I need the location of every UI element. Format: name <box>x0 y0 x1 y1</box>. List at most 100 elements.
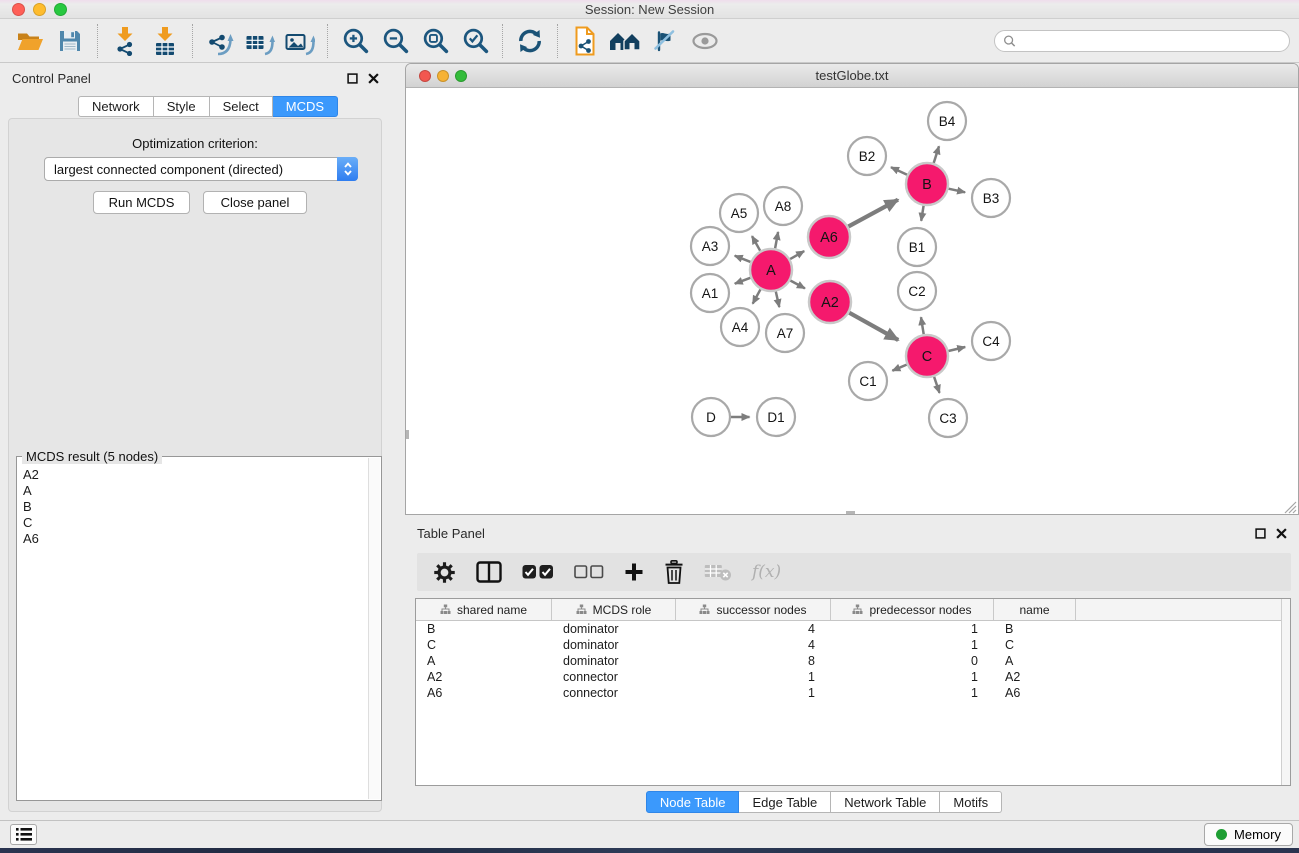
graph-node-D[interactable]: D <box>692 398 730 436</box>
graph-edge-A-A6[interactable] <box>790 251 804 259</box>
import-network-button[interactable] <box>105 22 145 60</box>
tab-edge-table[interactable]: Edge Table <box>739 791 831 813</box>
export-table-button[interactable] <box>240 22 280 60</box>
close-panel-icon[interactable] <box>368 73 379 84</box>
column-header-predecessor-nodes[interactable]: predecessor nodes <box>831 599 994 620</box>
minimize-window-button[interactable] <box>33 3 46 16</box>
close-window-button[interactable] <box>12 3 25 16</box>
graph-edge-B-B2[interactable] <box>891 167 907 175</box>
delete-table-button[interactable] <box>704 562 732 582</box>
graph-node-A7[interactable]: A7 <box>766 314 804 352</box>
graph-node-A1[interactable]: A1 <box>691 274 729 312</box>
graph-edge-B-B1[interactable] <box>921 206 923 221</box>
graph-edge-B-B3[interactable] <box>949 189 966 193</box>
minimize-network-window-button[interactable] <box>437 70 449 82</box>
graph-node-A4[interactable]: A4 <box>721 308 759 346</box>
graph-node-B1[interactable]: B1 <box>898 228 936 266</box>
table-row[interactable]: A2connector11A2 <box>416 669 1290 685</box>
export-network-button[interactable] <box>200 22 240 60</box>
column-header-MCDS-role[interactable]: MCDS role <box>552 599 676 620</box>
float-panel-icon[interactable] <box>347 73 358 84</box>
tab-style[interactable]: Style <box>154 96 210 117</box>
graph-node-A[interactable]: A <box>750 249 792 291</box>
zoom-fit-button[interactable] <box>415 22 455 60</box>
task-history-button[interactable] <box>10 824 37 845</box>
save-session-button[interactable] <box>50 22 90 60</box>
float-table-panel-icon[interactable] <box>1255 528 1266 539</box>
graph-node-C4[interactable]: C4 <box>972 322 1010 360</box>
select-all-rows-button[interactable] <box>522 564 554 580</box>
graph-edge-A2-C[interactable] <box>849 313 898 340</box>
table-row[interactable]: A6connector11A6 <box>416 685 1290 701</box>
tab-network-table[interactable]: Network Table <box>831 791 940 813</box>
list-item[interactable]: A2 <box>18 467 368 483</box>
zoom-network-window-button[interactable] <box>455 70 467 82</box>
graph-node-B4[interactable]: B4 <box>928 102 966 140</box>
graph-node-A2[interactable]: A2 <box>809 281 851 323</box>
zoom-selected-button[interactable] <box>455 22 495 60</box>
graph-node-B3[interactable]: B3 <box>972 179 1010 217</box>
network-canvas[interactable]: A A1 A2 A3 A4 A5 A6 A7 A8 B B1 B2 B3 B4 C C1 C2 C3 C4 D D1 <box>406 88 1298 514</box>
graph-node-C[interactable]: C <box>906 335 948 377</box>
column-visibility-button[interactable] <box>476 561 502 583</box>
export-image-button[interactable] <box>280 22 320 60</box>
zoom-window-button[interactable] <box>54 3 67 16</box>
graph-edge-B-B4[interactable] <box>934 146 939 163</box>
show-hidden-button[interactable] <box>685 22 725 60</box>
show-all-networks-button[interactable] <box>605 22 645 60</box>
add-row-button[interactable] <box>624 562 644 582</box>
memory-button[interactable]: Memory <box>1204 823 1293 846</box>
graph-node-D1[interactable]: D1 <box>757 398 795 436</box>
graph-edge-A-A3[interactable] <box>735 256 751 262</box>
graph-edge-A-A5[interactable] <box>752 236 760 251</box>
graph-edge-C-C1[interactable] <box>892 365 906 371</box>
column-header-successor-nodes[interactable]: successor nodes <box>676 599 831 620</box>
result-scrollbar[interactable] <box>368 458 380 799</box>
import-table-button[interactable] <box>145 22 185 60</box>
tab-select[interactable]: Select <box>210 96 273 117</box>
table-scrollbar[interactable] <box>1281 599 1290 785</box>
list-item[interactable]: C <box>18 515 368 531</box>
graph-node-C2[interactable]: C2 <box>898 272 936 310</box>
graph-edge-A6-B[interactable] <box>848 200 898 227</box>
tab-network[interactable]: Network <box>78 96 154 117</box>
table-row[interactable]: Bdominator41B <box>416 621 1290 637</box>
graph-node-A8[interactable]: A8 <box>764 187 802 225</box>
tab-mcds[interactable]: MCDS <box>273 96 338 117</box>
zoom-out-button[interactable] <box>375 22 415 60</box>
table-row[interactable]: Cdominator41C <box>416 637 1290 653</box>
graph-edge-C-C3[interactable] <box>934 377 939 393</box>
refresh-view-button[interactable] <box>510 22 550 60</box>
zoom-in-button[interactable] <box>335 22 375 60</box>
graph-edge-A-A8[interactable] <box>775 232 778 248</box>
table-row[interactable]: Adominator80A <box>416 653 1290 669</box>
graph-node-A6[interactable]: A6 <box>808 216 850 258</box>
graph-edge-A-A2[interactable] <box>790 281 805 289</box>
graph-edge-A-A1[interactable] <box>735 278 751 284</box>
graph-edge-A-A7[interactable] <box>776 292 780 308</box>
new-network-from-selection-button[interactable] <box>565 22 605 60</box>
close-table-panel-icon[interactable] <box>1276 528 1287 539</box>
close-panel-button[interactable]: Close panel <box>203 191 307 214</box>
graph-node-A5[interactable]: A5 <box>720 194 758 232</box>
graph-node-A3[interactable]: A3 <box>691 227 729 265</box>
open-file-button[interactable] <box>10 22 50 60</box>
tab-motifs[interactable]: Motifs <box>940 791 1002 813</box>
hide-selected-button[interactable] <box>645 22 685 60</box>
graph-node-B2[interactable]: B2 <box>848 137 886 175</box>
search-field[interactable] <box>994 30 1290 52</box>
graph-node-C1[interactable]: C1 <box>849 362 887 400</box>
graph-node-C3[interactable]: C3 <box>929 399 967 437</box>
column-header-shared-name[interactable]: shared name <box>416 599 552 620</box>
run-mcds-button[interactable]: Run MCDS <box>93 191 190 214</box>
criterion-dropdown[interactable]: largest connected component (directed) <box>44 157 358 181</box>
graph-node-B[interactable]: B <box>906 163 948 205</box>
delete-rows-button[interactable] <box>664 560 684 584</box>
column-header-name[interactable]: name <box>994 599 1076 620</box>
list-item[interactable]: A <box>18 483 368 499</box>
graph-edge-C-C2[interactable] <box>921 317 924 334</box>
close-network-window-button[interactable] <box>419 70 431 82</box>
list-item[interactable]: B <box>18 499 368 515</box>
deselect-all-rows-button[interactable] <box>574 565 604 579</box>
search-input[interactable] <box>1021 34 1281 48</box>
